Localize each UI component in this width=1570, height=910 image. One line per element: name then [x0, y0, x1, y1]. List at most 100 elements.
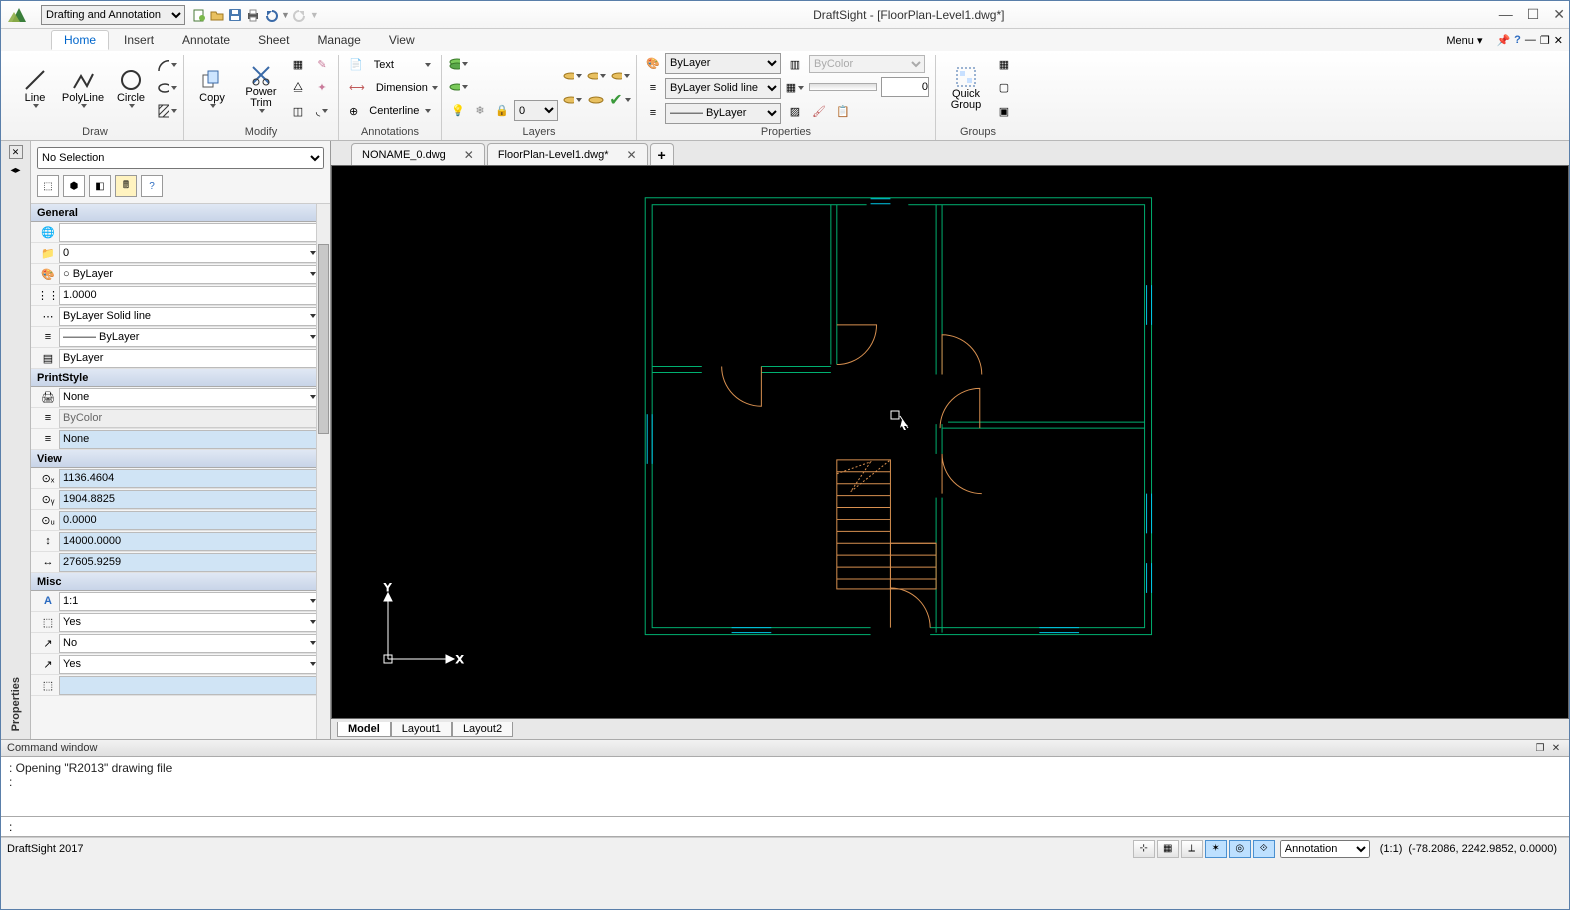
- prop-m3[interactable]: Yes: [59, 655, 320, 674]
- prop-centerx[interactable]: 1136.4604: [59, 469, 320, 488]
- close-icon[interactable]: ✕: [1553, 6, 1565, 23]
- quick-select-icon[interactable]: ⬢: [63, 175, 85, 197]
- palette-autohide-icon[interactable]: ◂▸: [10, 165, 20, 176]
- toggle-pick-icon[interactable]: ⬚: [37, 175, 59, 197]
- quickgroup-button[interactable]: Quick Group: [942, 55, 990, 121]
- cat-view[interactable]: View▴: [31, 450, 330, 468]
- layer-check-icon[interactable]: ✔: [610, 90, 630, 110]
- cat-printstyle[interactable]: PrintStyle▴: [31, 369, 330, 387]
- prop-width[interactable]: 27605.9259: [59, 553, 320, 572]
- prop-lineweight[interactable]: ——— ByLayer: [59, 328, 320, 347]
- transparency-input[interactable]: [881, 77, 929, 97]
- layer-manager-icon[interactable]: [448, 55, 468, 74]
- open-icon[interactable]: [209, 7, 225, 23]
- dimension-button[interactable]: ⟷ Dimension: [345, 78, 435, 97]
- explode-icon[interactable]: ✦: [312, 78, 332, 97]
- layer-walk-icon[interactable]: [586, 90, 606, 110]
- fillet-icon[interactable]: ◟: [312, 102, 332, 121]
- group-select-icon[interactable]: ▣: [994, 102, 1014, 121]
- tab-sheet[interactable]: Sheet: [245, 30, 302, 50]
- layer-state-icon[interactable]: [448, 78, 468, 97]
- cmd-close-icon[interactable]: ✕: [1549, 741, 1563, 755]
- help-icon[interactable]: ?: [1514, 34, 1521, 46]
- ribbon-close-icon[interactable]: ✕: [1554, 34, 1563, 47]
- palette-close-icon[interactable]: ✕: [9, 145, 23, 159]
- maximize-icon[interactable]: ☐: [1527, 6, 1540, 23]
- doc-tab-noname[interactable]: NONAME_0.dwg✕: [351, 143, 485, 165]
- prop-color[interactable]: ○ ByLayer: [59, 265, 320, 284]
- props-scrollbar[interactable]: [316, 204, 330, 739]
- calculator-icon[interactable]: 🖩: [115, 175, 137, 197]
- tab-close-icon[interactable]: ✕: [627, 148, 637, 162]
- layer-lock-icon[interactable]: 🔒: [492, 101, 512, 121]
- annotation-scale-select[interactable]: Annotation: [1280, 840, 1370, 858]
- cat-misc[interactable]: Misc▴: [31, 573, 330, 591]
- esnap-toggle[interactable]: ◎: [1229, 840, 1251, 858]
- ellipse-icon[interactable]: [157, 78, 177, 97]
- new-icon[interactable]: [191, 7, 207, 23]
- prop-linescale[interactable]: 1.0000: [59, 286, 320, 305]
- layer-freeze-icon[interactable]: ❄: [470, 101, 490, 121]
- workspace-selector[interactable]: Drafting and Annotation: [41, 5, 185, 25]
- save-icon[interactable]: [227, 7, 243, 23]
- doc-tab-floorplan[interactable]: FloorPlan-Level1.dwg*✕: [487, 143, 648, 165]
- layer-show-icon[interactable]: 💡: [448, 101, 468, 121]
- prop-m4[interactable]: [59, 676, 320, 695]
- command-history[interactable]: : Opening "R2013" drawing file :: [1, 757, 1569, 817]
- line-button[interactable]: Line: [13, 55, 57, 121]
- command-input[interactable]: :: [1, 817, 1569, 837]
- centerline-button[interactable]: ⊕ Centerline: [345, 102, 435, 121]
- tab-view[interactable]: View: [376, 30, 428, 50]
- offset-icon[interactable]: ◫: [288, 102, 308, 121]
- prop-ps3[interactable]: None: [59, 430, 320, 449]
- polar-toggle[interactable]: ✶: [1205, 840, 1227, 858]
- bycolor-select[interactable]: ByColor: [809, 55, 925, 73]
- prop-layer[interactable]: 0: [59, 244, 320, 263]
- grid-toggle[interactable]: ▦: [1157, 840, 1179, 858]
- erase-icon[interactable]: ✎: [312, 55, 332, 74]
- brush-icon[interactable]: 🖌: [809, 101, 829, 121]
- sheet-layout2[interactable]: Layout2: [452, 722, 513, 737]
- prop-height[interactable]: 14000.0000: [59, 532, 320, 551]
- array-icon[interactable]: ▦: [288, 55, 308, 74]
- list-icon[interactable]: 📋: [833, 101, 853, 121]
- prop-hyperlink[interactable]: [59, 223, 320, 242]
- ribbon-minimize-icon[interactable]: —: [1525, 34, 1536, 46]
- drawing-canvas[interactable]: XY: [331, 165, 1569, 719]
- ortho-toggle[interactable]: ⟂: [1181, 840, 1203, 858]
- circle-button[interactable]: Circle: [109, 55, 153, 121]
- sheet-model[interactable]: Model: [337, 722, 391, 737]
- color-wheel-icon[interactable]: 🎨: [643, 53, 663, 73]
- undo-icon[interactable]: [263, 7, 279, 23]
- redo-icon[interactable]: [292, 7, 308, 23]
- sheet-layout1[interactable]: Layout1: [391, 722, 452, 737]
- lineweight-select[interactable]: ——— ByLayer: [665, 103, 781, 124]
- snap-toggle[interactable]: ⊹: [1133, 840, 1155, 858]
- pin-icon[interactable]: 📌: [1496, 34, 1510, 47]
- linestyle-select[interactable]: ByLayer Solid line: [665, 78, 781, 99]
- layer-active-select[interactable]: 0: [514, 100, 558, 121]
- linestyle-icon[interactable]: ≡: [643, 78, 663, 98]
- prop-linestyle[interactable]: ByLayer Solid line: [59, 307, 320, 326]
- mirror-icon[interactable]: ⧋: [288, 78, 308, 97]
- text-button[interactable]: 📄 Text: [345, 55, 435, 74]
- copy-button[interactable]: Copy: [190, 55, 234, 121]
- cat-general[interactable]: General▴: [31, 204, 330, 222]
- polyline-button[interactable]: PolyLine: [61, 55, 105, 121]
- prop-m2[interactable]: No: [59, 634, 320, 653]
- color-select[interactable]: ByLayer: [665, 53, 781, 74]
- cmd-restore-icon[interactable]: ❐: [1533, 741, 1547, 755]
- prop-m1[interactable]: Yes: [59, 613, 320, 632]
- prop-ps1[interactable]: None: [59, 388, 320, 407]
- new-tab-button[interactable]: +: [650, 143, 674, 165]
- tab-home[interactable]: Home: [51, 30, 109, 50]
- selection-filter[interactable]: No Selection: [37, 147, 324, 169]
- layer-off-icon[interactable]: [562, 90, 582, 110]
- layer-iso-icon[interactable]: [562, 66, 582, 86]
- prop-centery[interactable]: 1904.8825: [59, 490, 320, 509]
- tab-manage[interactable]: Manage: [304, 30, 373, 50]
- track-toggle[interactable]: ⟐: [1253, 840, 1275, 858]
- prop-lw2[interactable]: ByLayer: [59, 349, 320, 368]
- layer-prev-icon[interactable]: [586, 66, 606, 86]
- powertrim-button[interactable]: Power Trim: [238, 55, 284, 121]
